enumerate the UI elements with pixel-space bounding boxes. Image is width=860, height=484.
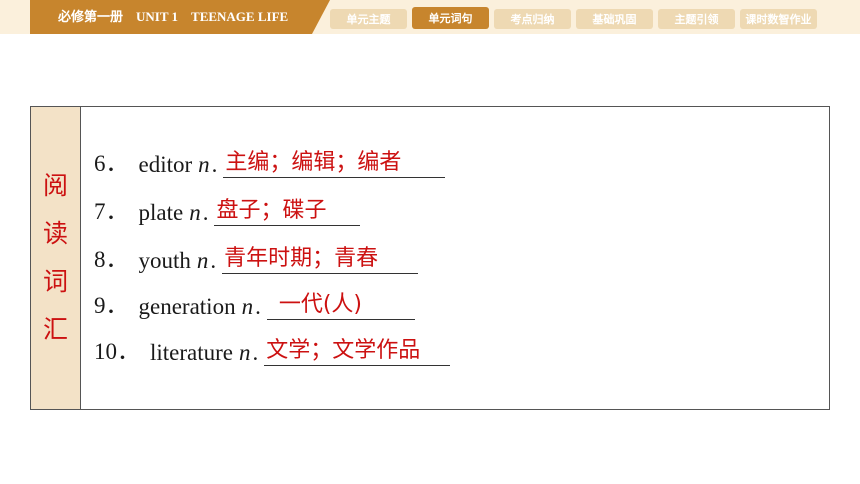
tab-theme-guide[interactable]: 主题引领	[658, 9, 735, 29]
item-number: 6．	[94, 151, 129, 176]
reading-vocabulary-label: 阅 读 词 汇	[31, 107, 81, 409]
item-number: 9．	[94, 293, 129, 318]
side-label-char: 阅	[42, 171, 68, 200]
item-number: 8．	[94, 247, 129, 272]
answer-text: 主编；编辑；编者	[225, 150, 402, 175]
part-of-speech: n	[239, 340, 251, 365]
section-tabs: 单元主题 单元词句 考点归纳 基础巩固 主题引领 课时数智作业	[330, 7, 817, 29]
part-of-speech: n	[241, 294, 254, 319]
item-number: 10．	[94, 339, 140, 364]
side-label-char: 词	[42, 267, 68, 296]
answer-text: 青年时期；青春	[224, 246, 379, 271]
vocab-word: generation	[138, 294, 236, 319]
answer-text: 文学；文学作品	[266, 338, 421, 363]
tab-unit-vocabulary[interactable]: 单元词句	[412, 7, 489, 29]
vocab-word: editor	[138, 152, 193, 177]
vocab-word: literature	[150, 340, 234, 365]
vocab-word: youth	[138, 248, 191, 273]
vocab-item: 6． editor n. 主编；编辑；编者	[94, 148, 446, 178]
tab-unit-theme[interactable]: 单元主题	[330, 9, 407, 29]
side-label-char: 读	[42, 219, 68, 248]
vocab-word: plate	[138, 200, 184, 225]
answer-text: 盘子；碟子	[216, 198, 327, 223]
tab-key-points[interactable]: 考点归纳	[494, 9, 571, 29]
vocab-item: 7． plate n. 盘子；碟子	[94, 196, 361, 226]
vocab-item: 10． literature n. 文学；文学作品	[94, 336, 451, 366]
tab-basic-practice[interactable]: 基础巩固	[576, 9, 653, 29]
item-number: 7．	[94, 199, 129, 224]
part-of-speech: n	[198, 152, 210, 177]
tab-homework[interactable]: 课时数智作业	[740, 9, 817, 29]
vocab-item: 8． youth n. 青年时期；青春	[94, 244, 419, 274]
side-label-char: 汇	[42, 315, 68, 344]
answer-blank: 一代(人)	[266, 292, 415, 320]
answer-text: 一代(人)	[278, 292, 362, 317]
vocab-item: 9． generation n. 一代(人)	[94, 290, 415, 320]
answer-blank: 文学；文学作品	[264, 338, 451, 366]
answer-blank: 主编；编辑；编者	[223, 150, 446, 178]
book-unit-title: 必修第一册 UNIT 1 TEENAGE LIFE	[30, 0, 330, 34]
part-of-speech: n	[196, 248, 209, 273]
answer-blank: 盘子；碟子	[214, 198, 361, 226]
part-of-speech: n	[189, 200, 201, 225]
answer-blank: 青年时期；青春	[222, 246, 419, 274]
